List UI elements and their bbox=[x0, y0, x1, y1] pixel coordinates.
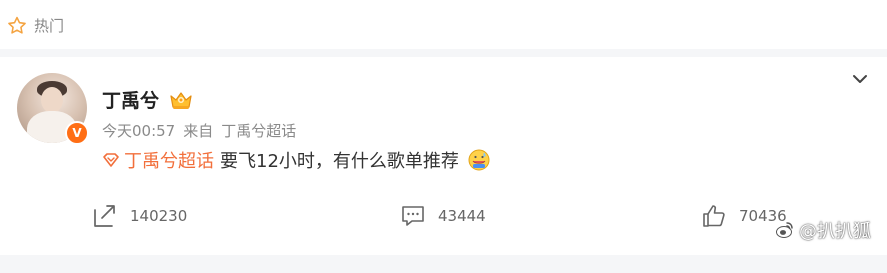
share-icon bbox=[94, 205, 115, 227]
hot-section-header: 热门 bbox=[6, 12, 64, 40]
post-source-prefix: 来自 bbox=[183, 122, 214, 140]
post-source[interactable]: 丁禹兮超话 bbox=[221, 120, 296, 141]
watermark-text: @扒扒狐 bbox=[799, 221, 871, 242]
post-text: 要飞12小时，有什么歌单推荐 bbox=[220, 151, 459, 172]
sweat-smile-emoji-icon bbox=[468, 149, 490, 171]
supertopic-label[interactable]: 丁禹兮超话 bbox=[124, 147, 214, 173]
bottom-strip bbox=[0, 255, 887, 273]
supertopic-diamond-icon bbox=[103, 153, 119, 167]
author-name[interactable]: 丁禹兮 bbox=[102, 86, 159, 113]
forward-count: 140230 bbox=[130, 207, 188, 225]
hot-section-label: 热门 bbox=[34, 16, 65, 35]
verified-badge: V bbox=[65, 121, 89, 145]
post-actions: 140230 43444 70436 bbox=[0, 197, 887, 235]
post-time[interactable]: 今天00:57 bbox=[102, 120, 175, 141]
comment-count: 43444 bbox=[438, 207, 486, 225]
post-meta: 今天00:57 来自 丁禹兮超话 bbox=[102, 120, 296, 141]
avatar[interactable]: V bbox=[17, 73, 89, 145]
forward-button[interactable]: 140230 bbox=[92, 203, 187, 229]
comment-icon bbox=[402, 206, 424, 226]
weibo-post-card: V 丁禹兮 今天00:57 来自 丁禹兮超话 丁禹兮超话 要飞12小时，有什么歌… bbox=[0, 57, 887, 255]
weibo-logo-icon bbox=[776, 222, 793, 238]
section-divider bbox=[0, 49, 887, 57]
chevron-down-icon[interactable] bbox=[849, 68, 871, 90]
supertopic-link[interactable]: 丁禹兮超话 bbox=[102, 147, 214, 173]
watermark: @扒扒狐 bbox=[775, 217, 871, 243]
like-button[interactable]: 70436 bbox=[701, 203, 787, 229]
post-author[interactable]: 丁禹兮 bbox=[102, 86, 195, 113]
thumbs-up-icon bbox=[703, 205, 725, 227]
star-outline-icon bbox=[8, 16, 26, 34]
crown-badge-icon[interactable] bbox=[167, 88, 195, 112]
post-content: 丁禹兮超话 要飞12小时，有什么歌单推荐 bbox=[102, 147, 491, 173]
comment-button[interactable]: 43444 bbox=[400, 203, 486, 229]
